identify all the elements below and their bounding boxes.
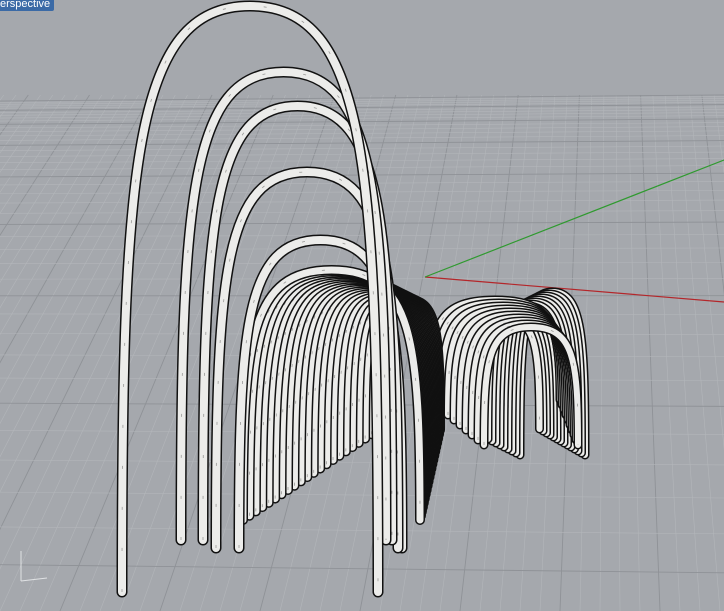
grid-line — [0, 210, 724, 214]
y-axis-line — [424, 159, 724, 278]
grid-line — [599, 94, 605, 611]
grid-line — [0, 94, 5, 101]
grid-line — [0, 94, 66, 193]
grid-line — [0, 234, 724, 237]
grid-line — [0, 115, 724, 122]
grid-line — [0, 109, 724, 116]
grid-line — [0, 94, 29, 136]
grid-line — [615, 94, 621, 611]
grid-line — [0, 94, 78, 214]
grid-line — [0, 96, 724, 103]
widget-x-axis — [20, 577, 48, 582]
grid-line — [0, 94, 225, 570]
perspective-viewport[interactable]: erspective — [0, 0, 724, 611]
grid-line — [0, 94, 115, 283]
viewport-scene — [0, 0, 724, 611]
grid-line — [0, 564, 724, 574]
grid-line — [0, 491, 724, 499]
grid-line — [0, 459, 724, 466]
grid-line — [0, 526, 724, 535]
grid-line — [0, 94, 724, 102]
grid-line — [0, 94, 103, 259]
grid-line — [0, 94, 201, 493]
grid-line — [0, 112, 724, 119]
grid-line — [628, 94, 641, 611]
viewport-title-tab[interactable]: erspective — [0, 0, 55, 11]
pipe-arches — [116, 0, 590, 598]
grid-line — [0, 262, 724, 265]
grid-line — [0, 94, 41, 154]
grid-line — [0, 94, 176, 425]
grid-line — [0, 94, 17, 118]
axis-widget — [20, 551, 48, 582]
